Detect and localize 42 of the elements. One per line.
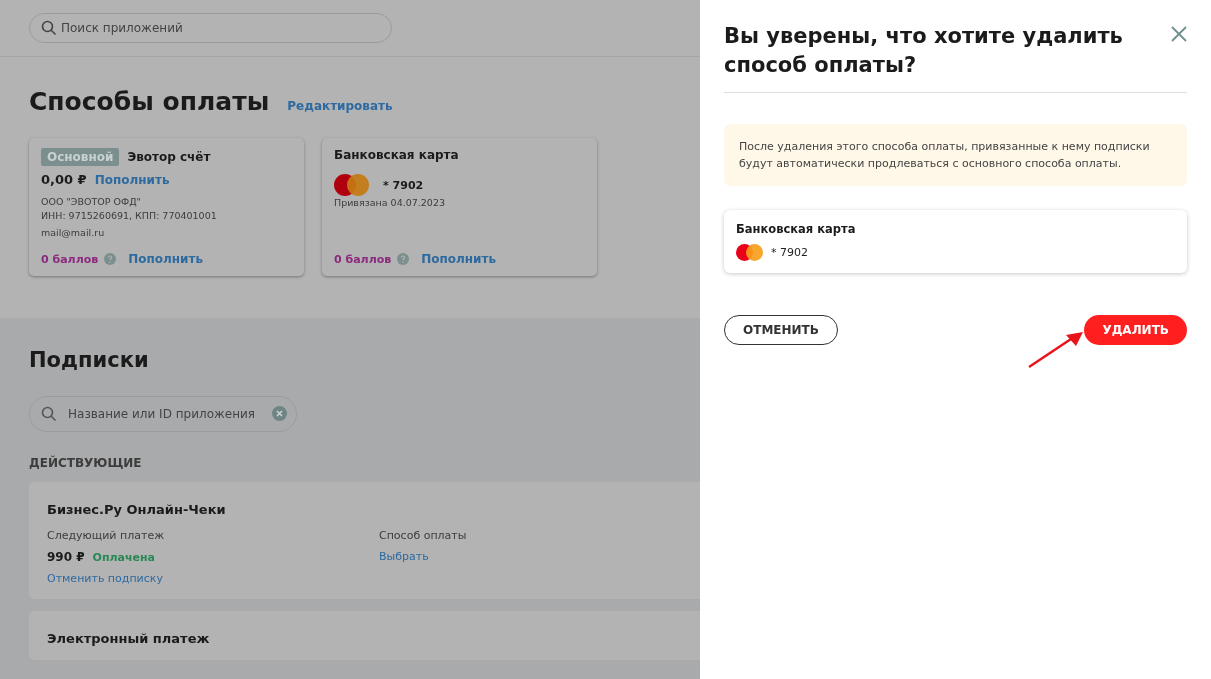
section-title: Способы оплаты	[29, 87, 270, 116]
subscription-search-field[interactable]: Название или ID приложения	[29, 396, 297, 432]
pointer-arrow	[1028, 331, 1084, 369]
card-number: * 7902	[771, 246, 808, 259]
price: 990 ₽	[47, 550, 85, 564]
choose-link[interactable]: Выбрать	[379, 550, 700, 563]
points: 0 баллов	[41, 252, 99, 266]
help-icon[interactable]	[104, 253, 117, 265]
dialog-title: Вы уверены, что хотите удалить способ оплаты?	[724, 23, 1124, 79]
top-up-link[interactable]: Пополнить	[421, 252, 497, 266]
payment-method-label: Способ оплаты	[379, 529, 468, 542]
app-search-field[interactable]: Поиск приложений	[29, 13, 392, 43]
company-details: ИНН: 9715260691, КПП: 770401001	[41, 209, 218, 223]
card-number: * 7902	[383, 178, 424, 192]
help-icon[interactable]	[397, 253, 410, 265]
group-heading: ДЕЙСТВУЮЩИЕ	[29, 456, 143, 470]
card-title: Банковская карта	[334, 148, 460, 162]
card-logo-icon	[736, 244, 763, 261]
search-icon	[41, 20, 57, 36]
next-payment-label: Следующий платеж	[47, 529, 166, 542]
email: mail@mail.ru	[41, 226, 106, 240]
section-title: Подписки	[29, 348, 150, 372]
warning-notice: После удаления этого способа оплаты, привязанные к нему подписки будут автоматически продлеваться с основного способа оплаты.	[724, 124, 1187, 186]
top-up-link[interactable]: Пополнить	[128, 252, 204, 266]
card-title: Банковская карта	[736, 222, 857, 236]
cancel-subscription-link[interactable]: Отменить подписку	[47, 572, 379, 585]
search-icon	[41, 406, 57, 422]
cancel-button[interactable]: ОТМЕНИТЬ	[724, 315, 838, 345]
company-details: ООО "ЭВОТОР ОФД"	[41, 195, 142, 209]
card-title: Эвотор счёт	[127, 150, 211, 164]
subscription-title: Бизнес.Ру Онлайн-Чеки	[47, 502, 227, 517]
top-up-link[interactable]: Пополнить	[94, 172, 170, 187]
edit-link[interactable]: Редактировать	[287, 99, 393, 113]
delete-button[interactable]: УДАЛИТЬ	[1084, 315, 1187, 345]
balance: 0,00 ₽	[41, 172, 87, 187]
card-logo-icon	[334, 174, 369, 196]
subscription-title: Электронный платеж	[47, 631, 211, 646]
linked-date: Привязана 04.07.2023	[334, 196, 446, 210]
points: 0 баллов	[334, 252, 392, 266]
clear-icon[interactable]	[272, 406, 287, 421]
payment-status: Оплачена	[92, 550, 156, 564]
primary-badge: Основной	[41, 148, 120, 166]
